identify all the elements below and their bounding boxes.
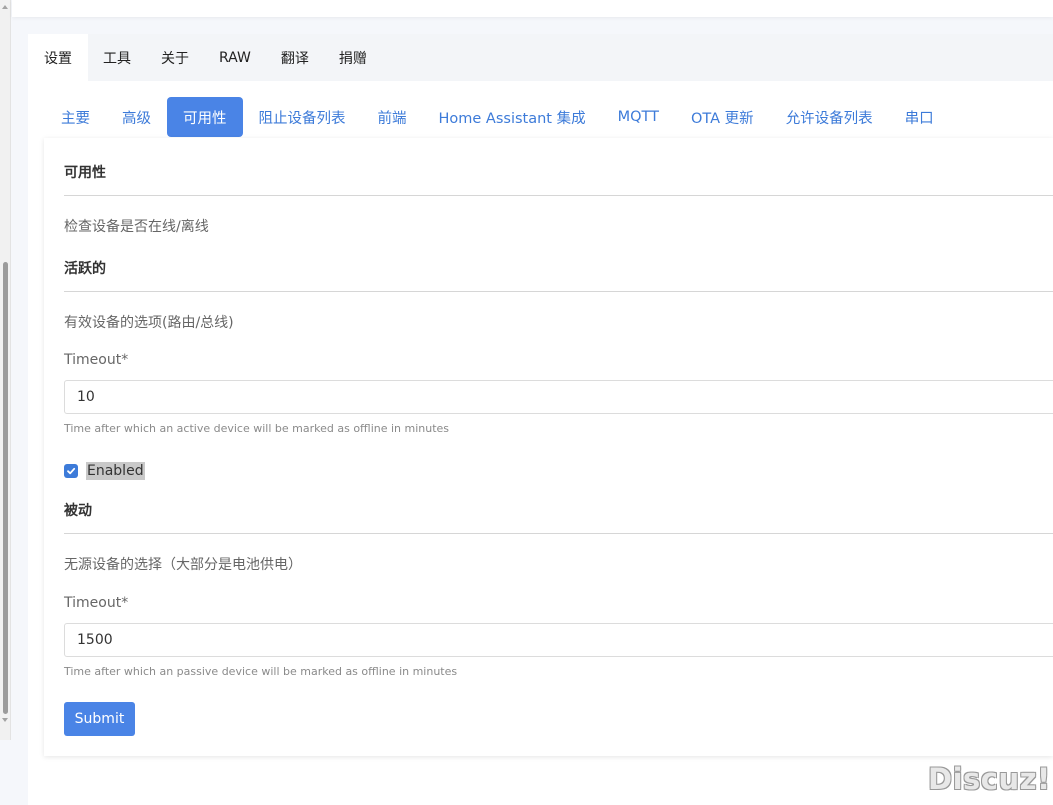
enabled-checkbox[interactable]: [64, 464, 78, 478]
tab-donate[interactable]: 捐赠: [324, 34, 382, 81]
sub-tab-ota[interactable]: OTA 更新: [675, 97, 770, 137]
active-timeout-label: Timeout*: [64, 352, 129, 368]
tab-settings[interactable]: 设置: [28, 34, 88, 81]
submit-button[interactable]: Submit: [64, 702, 135, 736]
sub-tab-frontend[interactable]: 前端: [362, 97, 423, 137]
sub-tab-availability[interactable]: 可用性: [167, 97, 243, 137]
divider: [64, 533, 1053, 534]
active-timeout-hint: Time after which an active device will b…: [64, 422, 450, 435]
passive-timeout-label: Timeout*: [64, 595, 129, 611]
sub-tab-main[interactable]: 主要: [45, 97, 106, 137]
scrollbar-thumb[interactable]: [3, 262, 8, 714]
scroll-down-icon[interactable]: [2, 718, 8, 722]
scroll-up-icon[interactable]: [2, 5, 8, 9]
watermark-logo: Discuz!: [928, 762, 1051, 796]
active-section-title: 活跃的: [64, 261, 106, 277]
passive-section-title: 被动: [64, 503, 92, 519]
availability-form-card: 可用性 检查设备是否在线/离线 活跃的 有效设备的选项(路由/总线) Timeo…: [44, 138, 1053, 756]
vertical-scrollbar[interactable]: [0, 0, 11, 740]
active-timeout-input[interactable]: [64, 380, 1053, 414]
tab-translate[interactable]: 翻译: [266, 34, 324, 81]
section-description: 检查设备是否在线/离线: [64, 219, 209, 235]
section-title: 可用性: [64, 165, 106, 181]
sub-tab-passlist[interactable]: 允许设备列表: [770, 97, 889, 137]
sub-tab-blocklist[interactable]: 阻止设备列表: [243, 97, 362, 137]
top-header-strip: [12, 0, 1053, 17]
divider: [64, 195, 1053, 196]
passive-section-description: 无源设备的选择（大部分是电池供电）: [64, 557, 302, 573]
sub-tab-serial[interactable]: 串口: [889, 97, 950, 137]
top-tab-bar: 设置 工具 关于 RAW 翻译 捐赠: [28, 34, 1053, 81]
sub-tab-mqtt[interactable]: MQTT: [602, 97, 675, 137]
enabled-label[interactable]: Enabled: [86, 462, 145, 480]
active-section-description: 有效设备的选项(路由/总线): [64, 315, 234, 331]
settings-sub-tab-bar: 主要 高级 可用性 阻止设备列表 前端 Home Assistant 集成 MQ…: [45, 97, 950, 137]
tab-about[interactable]: 关于: [146, 34, 204, 81]
sub-tab-advanced[interactable]: 高级: [106, 97, 167, 137]
passive-timeout-input[interactable]: [64, 623, 1053, 657]
passive-timeout-hint: Time after which an passive device will …: [64, 665, 458, 678]
tab-tools[interactable]: 工具: [88, 34, 146, 81]
checkmark-icon: [67, 467, 76, 475]
tab-raw[interactable]: RAW: [204, 34, 266, 81]
sub-tab-home-assistant[interactable]: Home Assistant 集成: [423, 97, 602, 137]
divider: [64, 291, 1053, 292]
settings-panel: 设置 工具 关于 RAW 翻译 捐赠 主要 高级 可用性 阻止设备列表 前端 H…: [28, 34, 1053, 805]
